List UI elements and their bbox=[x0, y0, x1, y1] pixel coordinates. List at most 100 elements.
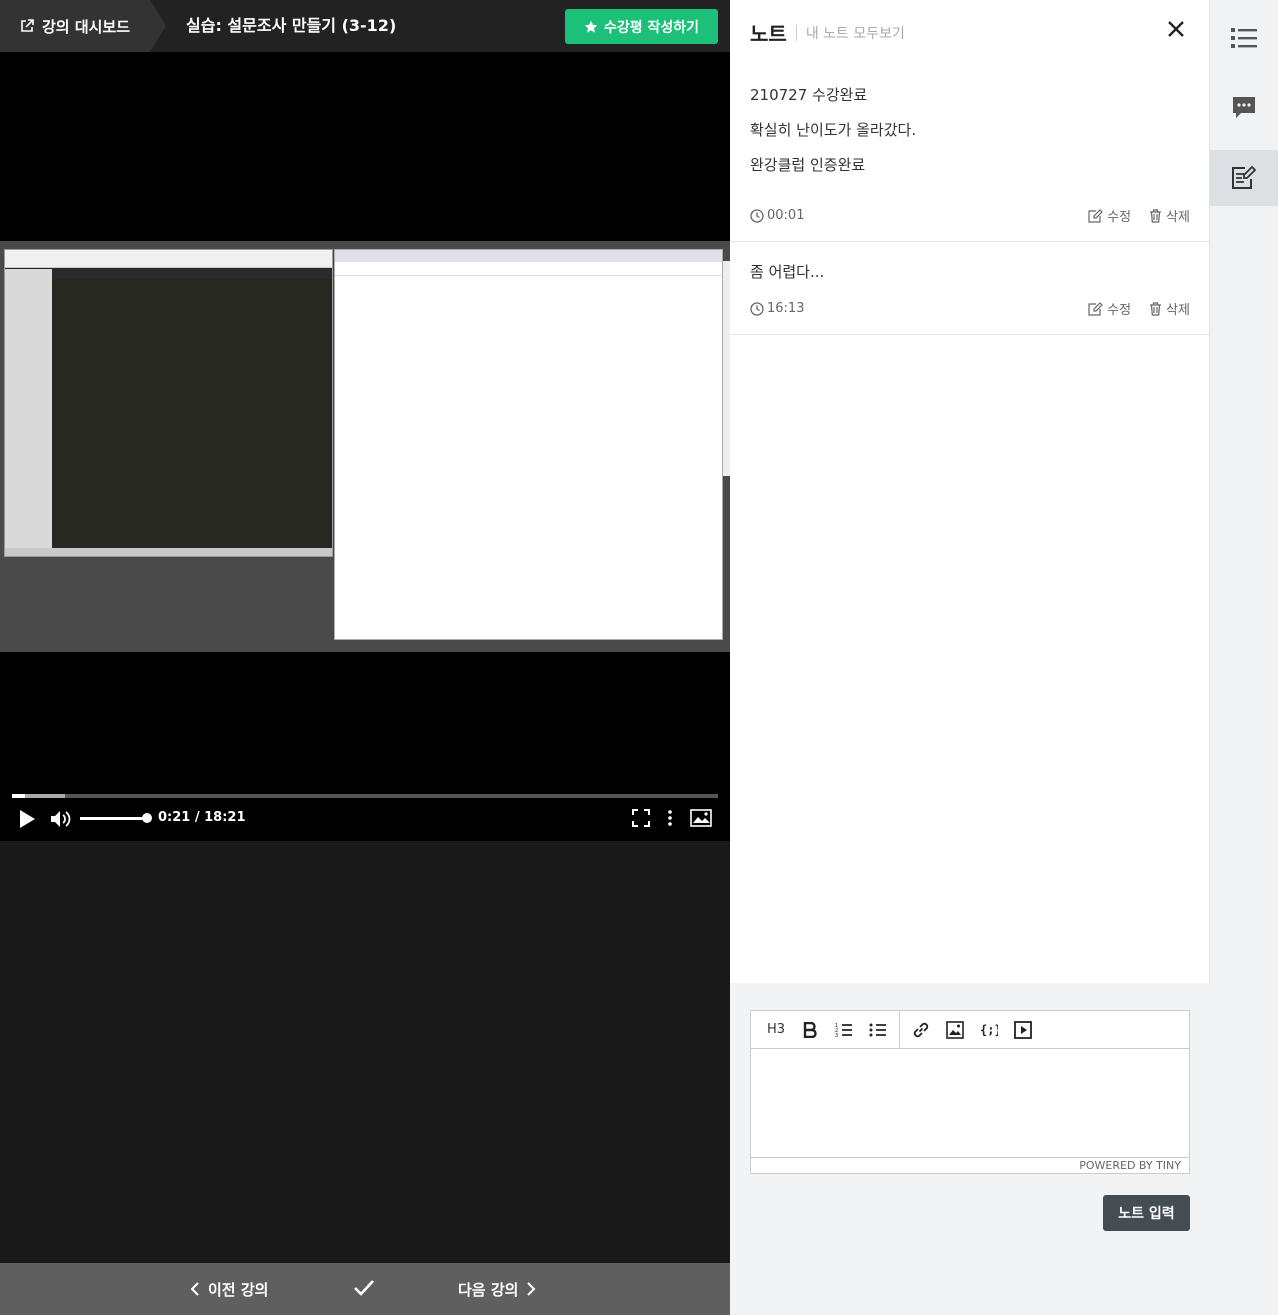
video-editor-window bbox=[4, 249, 333, 557]
link-button[interactable] bbox=[904, 1016, 938, 1044]
clock-icon bbox=[750, 208, 764, 223]
lecture-navigation-bar: 이전 강의 다음 강의 bbox=[0, 1263, 730, 1315]
note-item: 210727 수강완료 확실히 난이도가 올라갔다. 완강클럽 인증완료 00:… bbox=[730, 0, 1210, 242]
edit-note-button[interactable]: 수정 bbox=[1088, 206, 1131, 225]
fullscreen-icon bbox=[632, 809, 650, 827]
video-icon bbox=[1014, 1020, 1032, 1039]
heading-button[interactable]: H3 bbox=[759, 1016, 793, 1044]
next-lecture-label: 다음 강의 bbox=[458, 1280, 519, 1299]
play-icon bbox=[20, 810, 35, 828]
side-rail bbox=[1210, 0, 1278, 1315]
code-block-button[interactable]: {;} bbox=[972, 1016, 1006, 1044]
timestamp-label: 16:13 bbox=[767, 301, 805, 316]
check-icon bbox=[354, 1280, 374, 1296]
edit-label: 수정 bbox=[1107, 303, 1132, 318]
complete-button[interactable] bbox=[353, 1278, 375, 1302]
picture-icon bbox=[690, 809, 712, 827]
ordered-list-icon: 123 bbox=[835, 1023, 852, 1038]
app-root: 강의 대시보드 실습: 설문조사 만들기 (3-12) 수강평 작성하기 0:2… bbox=[0, 0, 1278, 1315]
note-icon bbox=[1232, 165, 1257, 189]
video-background-window bbox=[723, 261, 730, 476]
volume-icon bbox=[51, 811, 71, 827]
bullet-list-icon bbox=[869, 1023, 886, 1036]
note-line: 확실히 난이도가 올라갔다. bbox=[750, 121, 917, 139]
write-review-label: 수강평 작성하기 bbox=[603, 19, 700, 36]
volume-button[interactable] bbox=[50, 809, 72, 833]
play-button[interactable] bbox=[18, 809, 36, 833]
editor-powered-by: POWERED BY TINY bbox=[751, 1157, 1189, 1173]
note-editor-area: H3 123 {; POWERED BY TINY 노트 입력 bbox=[730, 983, 1210, 1315]
next-lecture-button[interactable]: 다음 강의 bbox=[458, 1263, 536, 1315]
note-meta: 00:01 수정 삭제 bbox=[750, 206, 1190, 225]
note-actions: 수정 삭제 bbox=[1088, 206, 1190, 225]
note-line: 210727 수강완료 bbox=[750, 86, 868, 104]
svg-text:{;}: {;} bbox=[980, 1023, 998, 1037]
image-icon bbox=[946, 1020, 964, 1039]
volume-slider[interactable] bbox=[80, 817, 150, 820]
note-timestamp[interactable]: 00:01 bbox=[750, 208, 804, 223]
dashboard-label: 강의 대시보드 bbox=[42, 17, 131, 36]
edit-icon bbox=[1088, 301, 1104, 316]
bold-icon bbox=[803, 1021, 817, 1038]
note-item: 좀 어렵다... 16:13 수정 삭제 bbox=[730, 242, 1210, 335]
lecture-title: 실습: 설문조사 만들기 (3-12) bbox=[186, 16, 397, 35]
video-progress-bar[interactable] bbox=[12, 794, 718, 798]
write-review-button[interactable]: 수강평 작성하기 bbox=[565, 9, 718, 44]
bold-button[interactable] bbox=[793, 1016, 827, 1044]
note-actions: 수정 삭제 bbox=[1088, 299, 1190, 318]
trash-icon bbox=[1150, 208, 1162, 223]
chat-icon bbox=[1233, 97, 1255, 118]
played-bar bbox=[12, 794, 25, 798]
rail-curriculum-button[interactable] bbox=[1210, 10, 1278, 66]
delete-label: 삭제 bbox=[1166, 210, 1190, 225]
video-controls: 0:21 / 18:21 bbox=[0, 804, 730, 834]
delete-note-button[interactable]: 삭제 bbox=[1149, 299, 1190, 318]
toolbar-divider bbox=[899, 1010, 900, 1049]
time-display: 0:21 / 18:21 bbox=[158, 810, 246, 825]
note-line: 완강클럽 인증완료 bbox=[750, 156, 866, 174]
rich-text-editor: H3 123 {; POWERED BY TINY bbox=[750, 1010, 1190, 1174]
note-body: 210727 수강완료 확실히 난이도가 올라갔다. 완강클럽 인증완료 bbox=[750, 84, 916, 189]
timestamp-label: 00:01 bbox=[767, 208, 805, 223]
list-icon bbox=[1231, 28, 1257, 48]
rail-qna-button[interactable] bbox=[1210, 80, 1278, 136]
external-link-icon bbox=[21, 19, 34, 32]
note-body: 좀 어렵다... bbox=[750, 261, 824, 296]
video-player[interactable]: 0:21 / 18:21 bbox=[0, 52, 730, 841]
fullscreen-button[interactable] bbox=[632, 809, 650, 831]
volume-knob[interactable] bbox=[142, 813, 152, 823]
ordered-list-button[interactable]: 123 bbox=[827, 1016, 861, 1044]
video-embed-button[interactable] bbox=[1006, 1016, 1040, 1044]
dashboard-button[interactable]: 강의 대시보드 bbox=[0, 0, 166, 52]
dashboard-arrow bbox=[150, 0, 166, 52]
chevron-left-icon bbox=[190, 1282, 199, 1296]
note-line: 좀 어렵다... bbox=[750, 263, 825, 281]
player-topbar: 강의 대시보드 실습: 설문조사 만들기 (3-12) 수강평 작성하기 bbox=[0, 0, 730, 52]
note-timestamp[interactable]: 16:13 bbox=[750, 301, 804, 316]
delete-label: 삭제 bbox=[1166, 303, 1190, 318]
edit-note-button[interactable]: 수정 bbox=[1088, 299, 1131, 318]
edit-label: 수정 bbox=[1107, 210, 1132, 225]
submit-note-button[interactable]: 노트 입력 bbox=[1103, 1195, 1190, 1231]
video-browser-window bbox=[334, 249, 723, 640]
trash-icon bbox=[1150, 301, 1162, 316]
svg-text:3: 3 bbox=[835, 1033, 838, 1038]
prev-lecture-button[interactable]: 이전 강의 bbox=[190, 1263, 268, 1315]
picture-in-picture-button[interactable] bbox=[690, 809, 712, 831]
rail-notes-button[interactable] bbox=[1210, 150, 1278, 206]
delete-note-button[interactable]: 삭제 bbox=[1149, 206, 1190, 225]
editor-content[interactable] bbox=[751, 1049, 1189, 1157]
note-meta: 16:13 수정 삭제 bbox=[750, 299, 1190, 318]
prev-lecture-label: 이전 강의 bbox=[208, 1280, 269, 1299]
bullet-list-button[interactable] bbox=[861, 1016, 895, 1044]
video-frame bbox=[0, 241, 730, 652]
image-button[interactable] bbox=[938, 1016, 972, 1044]
chevron-right-icon bbox=[527, 1282, 536, 1296]
star-icon bbox=[584, 20, 598, 33]
link-icon bbox=[913, 1022, 929, 1037]
code-icon: {;} bbox=[980, 1023, 998, 1037]
player-area: 강의 대시보드 실습: 설문조사 만들기 (3-12) 수강평 작성하기 0:2… bbox=[0, 0, 730, 1315]
more-button[interactable] bbox=[664, 809, 676, 831]
editor-toolbar: H3 123 {; bbox=[751, 1010, 1189, 1049]
clock-icon bbox=[750, 301, 764, 316]
